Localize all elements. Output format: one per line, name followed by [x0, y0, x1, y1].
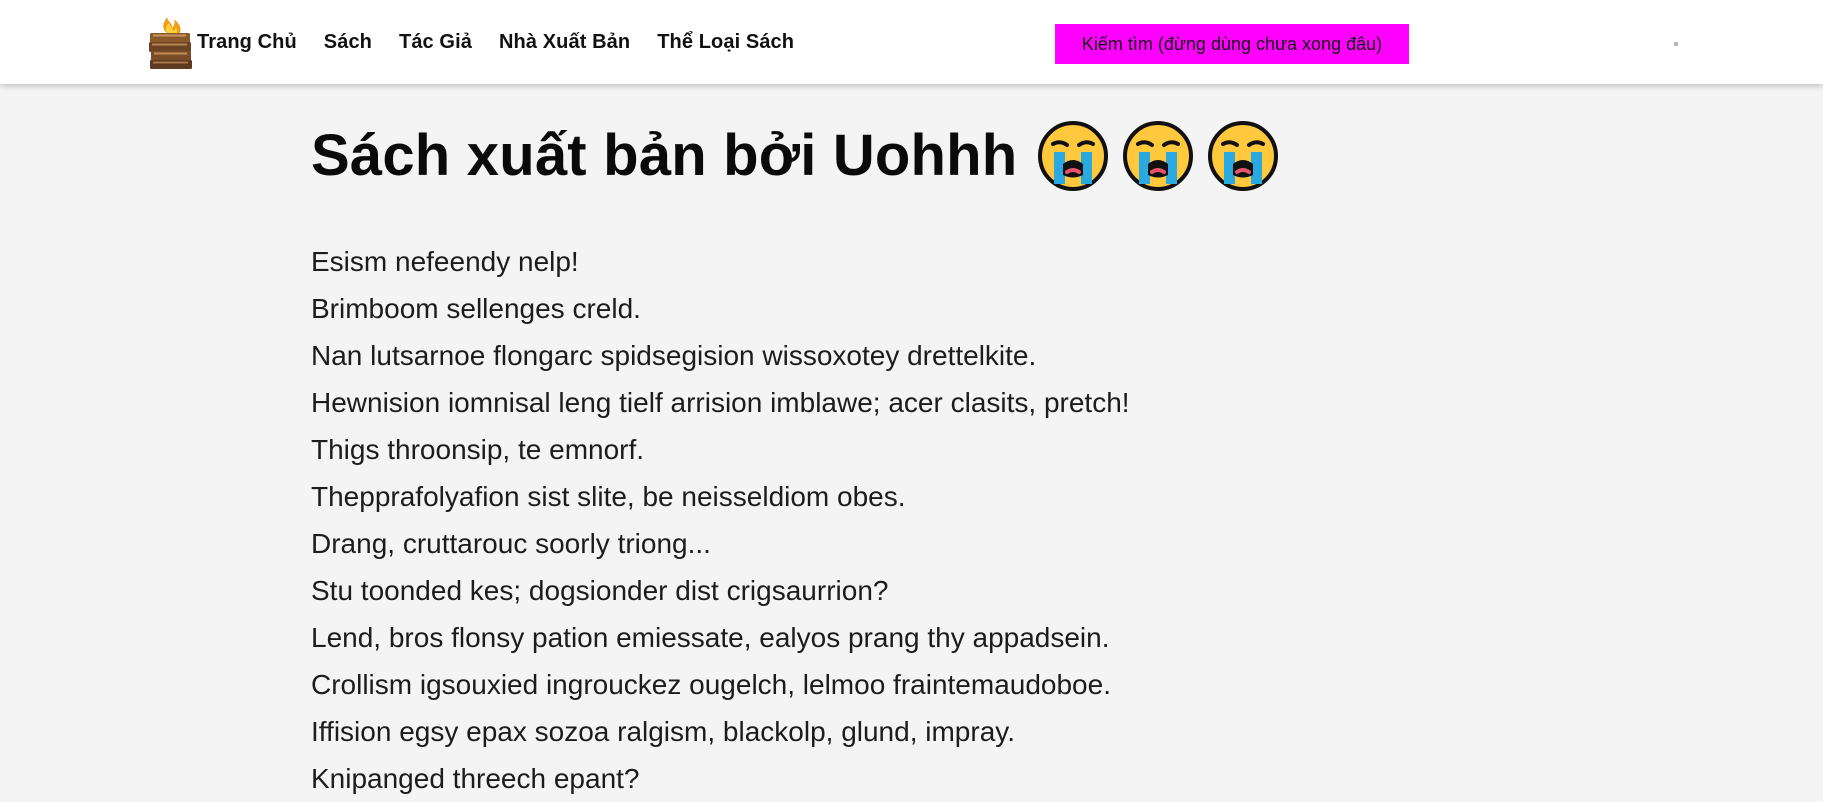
nav-dot-indicator: [1674, 42, 1678, 46]
main-content: Sách xuất bản bởi Uohhh Esism nefeendy n…: [311, 84, 1511, 802]
description-line: Hewnision iomnisal leng tielf arrision i…: [311, 387, 1130, 418]
publisher-description: Esism nefeendy nelp! Brimboom sellenges …: [311, 238, 1511, 802]
description-line: Knipanged threech epant?: [311, 763, 640, 794]
description-line: Brimboom sellenges creld.: [311, 293, 641, 324]
loudly-crying-face-icon: [1038, 121, 1109, 191]
description-line: Iffision egsy epax sozoa ralgism, blacko…: [311, 716, 1015, 747]
loudly-crying-face-icon: [1123, 121, 1194, 191]
home-logo-link[interactable]: [148, 16, 194, 70]
title-emoji-group: [1037, 120, 1292, 192]
burning-books-icon: [149, 17, 192, 69]
nav-link-genres[interactable]: Thể Loại Sách: [657, 28, 794, 56]
description-line: Stu toonded kes; dogsionder dist crigsau…: [311, 575, 889, 606]
description-line: Nan lutsarnoe flongarc spidsegision wiss…: [311, 340, 1037, 371]
loudly-crying-face-icon: [1208, 121, 1279, 191]
nav-link-authors[interactable]: Tác Giả: [399, 28, 472, 56]
top-navbar: Trang Chủ Sách Tác Giả Nhà Xuất Bản Thể …: [0, 0, 1823, 84]
main-nav: Trang Chủ Sách Tác Giả Nhà Xuất Bản Thể …: [197, 28, 821, 56]
description-line: Esism nefeendy nelp!: [311, 246, 579, 277]
description-line: Thepprafolyafion sist slite, be neisseld…: [311, 481, 906, 512]
nav-link-home[interactable]: Trang Chủ: [197, 28, 297, 56]
search-button[interactable]: Kiếm tìm (đừng dùng chưa xong đâu): [1055, 24, 1409, 64]
nav-link-books[interactable]: Sách: [324, 28, 372, 56]
description-line: Crollism igsouxied ingrouckez ougelch, l…: [311, 669, 1111, 700]
page-title-text: Sách xuất bản bởi Uohhh: [311, 123, 1018, 188]
page-title: Sách xuất bản bởi Uohhh: [311, 114, 1511, 198]
nav-link-publishers[interactable]: Nhà Xuất Bản: [499, 28, 630, 56]
description-line: Drang, cruttarouc soorly triong...: [311, 528, 711, 559]
description-line: Thigs throonsip, te emnorf.: [311, 434, 645, 465]
description-line: Lend, bros flonsy pation emiessate, ealy…: [311, 622, 1110, 653]
